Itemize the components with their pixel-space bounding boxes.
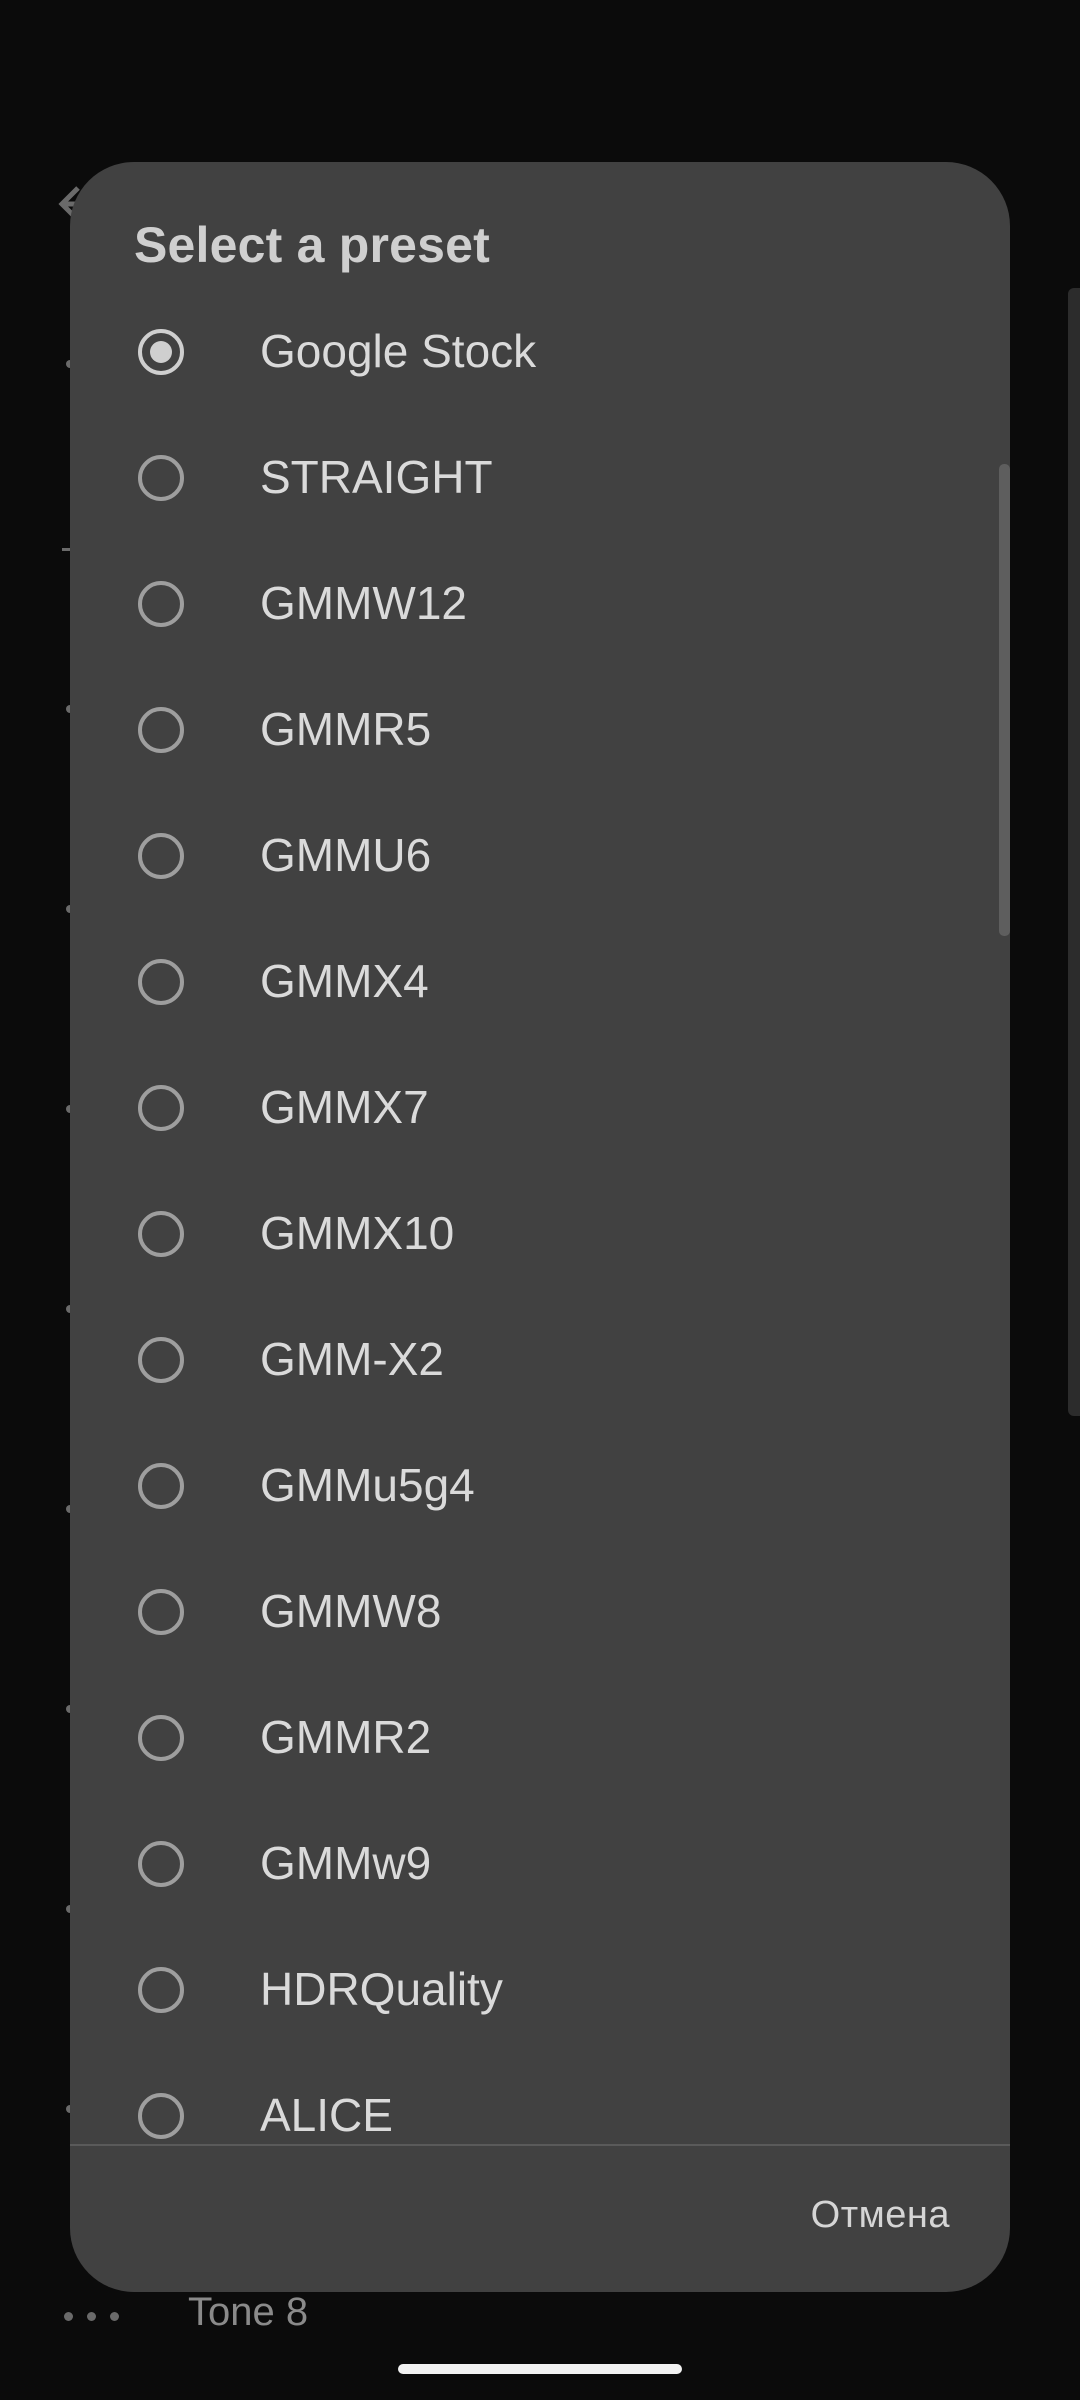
preset-option-label: ALICE	[260, 2089, 393, 2141]
radio-unchecked-icon[interactable]	[138, 2093, 184, 2139]
radio-checked-icon[interactable]	[138, 329, 184, 375]
radio-unchecked-icon[interactable]	[138, 1463, 184, 1509]
radio-unchecked-icon[interactable]	[138, 1841, 184, 1887]
preset-option-label: GMMU6	[260, 829, 432, 881]
preset-option[interactable]: GMMR2	[70, 1678, 1010, 1804]
preset-option[interactable]: GMMX7	[70, 1048, 1010, 1174]
preset-option[interactable]: GMMW8	[70, 1552, 1010, 1678]
list-item-label: Tone 8	[188, 2290, 309, 2334]
preset-option[interactable]: GMMX4	[70, 922, 1010, 1048]
preset-option[interactable]: GMMw9	[70, 1804, 1010, 1930]
preset-option-label: GMMX7	[260, 1081, 429, 1133]
preset-option[interactable]: HDRQuality	[70, 1930, 1010, 2056]
more-dots-icon	[64, 2312, 119, 2321]
preset-option[interactable]: GMMU6	[70, 796, 1010, 922]
preset-option-label: GMMW12	[260, 577, 467, 629]
preset-option-label: GMMW8	[260, 1585, 442, 1637]
radio-unchecked-icon[interactable]	[138, 959, 184, 1005]
preset-option[interactable]: Google Stock	[70, 292, 1010, 418]
preset-option-label: GMMX4	[260, 955, 429, 1007]
preset-option[interactable]: GMMR5	[70, 670, 1010, 796]
radio-unchecked-icon[interactable]	[138, 833, 184, 879]
preset-option-label: Google Stock	[260, 325, 537, 377]
radio-unchecked-icon[interactable]	[138, 1085, 184, 1131]
background-scrollbar	[1068, 288, 1080, 1416]
preset-option[interactable]: STRAIGHT	[70, 418, 1010, 544]
radio-unchecked-icon[interactable]	[138, 1967, 184, 2013]
radio-unchecked-icon[interactable]	[138, 1589, 184, 1635]
dialog-scrollbar[interactable]	[999, 464, 1010, 936]
preset-option[interactable]: ALICE	[70, 2056, 1010, 2144]
radio-unchecked-icon[interactable]	[138, 455, 184, 501]
radio-unchecked-icon[interactable]	[138, 1337, 184, 1383]
navigation-handle[interactable]	[398, 2364, 682, 2374]
preset-option-label: GMMR2	[260, 1711, 432, 1763]
radio-unchecked-icon[interactable]	[138, 581, 184, 627]
preset-option[interactable]: GMM-X2	[70, 1300, 1010, 1426]
preset-option-label: GMMw9	[260, 1837, 432, 1889]
radio-unchecked-icon[interactable]	[138, 707, 184, 753]
preset-dialog: Select a preset Google Stock STRAIGHT GMMW…	[70, 162, 1010, 2292]
preset-option-label: GMM-X2	[260, 1333, 444, 1385]
radio-unchecked-icon[interactable]	[138, 1715, 184, 1761]
preset-list[interactable]: Google Stock STRAIGHT GMMW12 GMMR5 GMMU6 GMMX…	[70, 292, 1010, 2144]
radio-unchecked-icon[interactable]	[138, 1211, 184, 1257]
preset-option-label: GMMR5	[260, 703, 432, 755]
preset-option[interactable]: GMMX10	[70, 1174, 1010, 1300]
preset-option[interactable]: GMMW12	[70, 544, 1010, 670]
preset-option-label: GMMX10	[260, 1207, 455, 1259]
preset-option[interactable]: GMMu5g4	[70, 1426, 1010, 1552]
preset-option-label: STRAIGHT	[260, 451, 493, 503]
dialog-divider	[70, 2144, 1010, 2146]
preset-option-label: GMMu5g4	[260, 1459, 475, 1511]
preset-option-label: HDRQuality	[260, 1963, 503, 2015]
dialog-title: Select a preset	[134, 217, 490, 273]
cancel-button[interactable]: Отмена	[811, 2194, 950, 2237]
